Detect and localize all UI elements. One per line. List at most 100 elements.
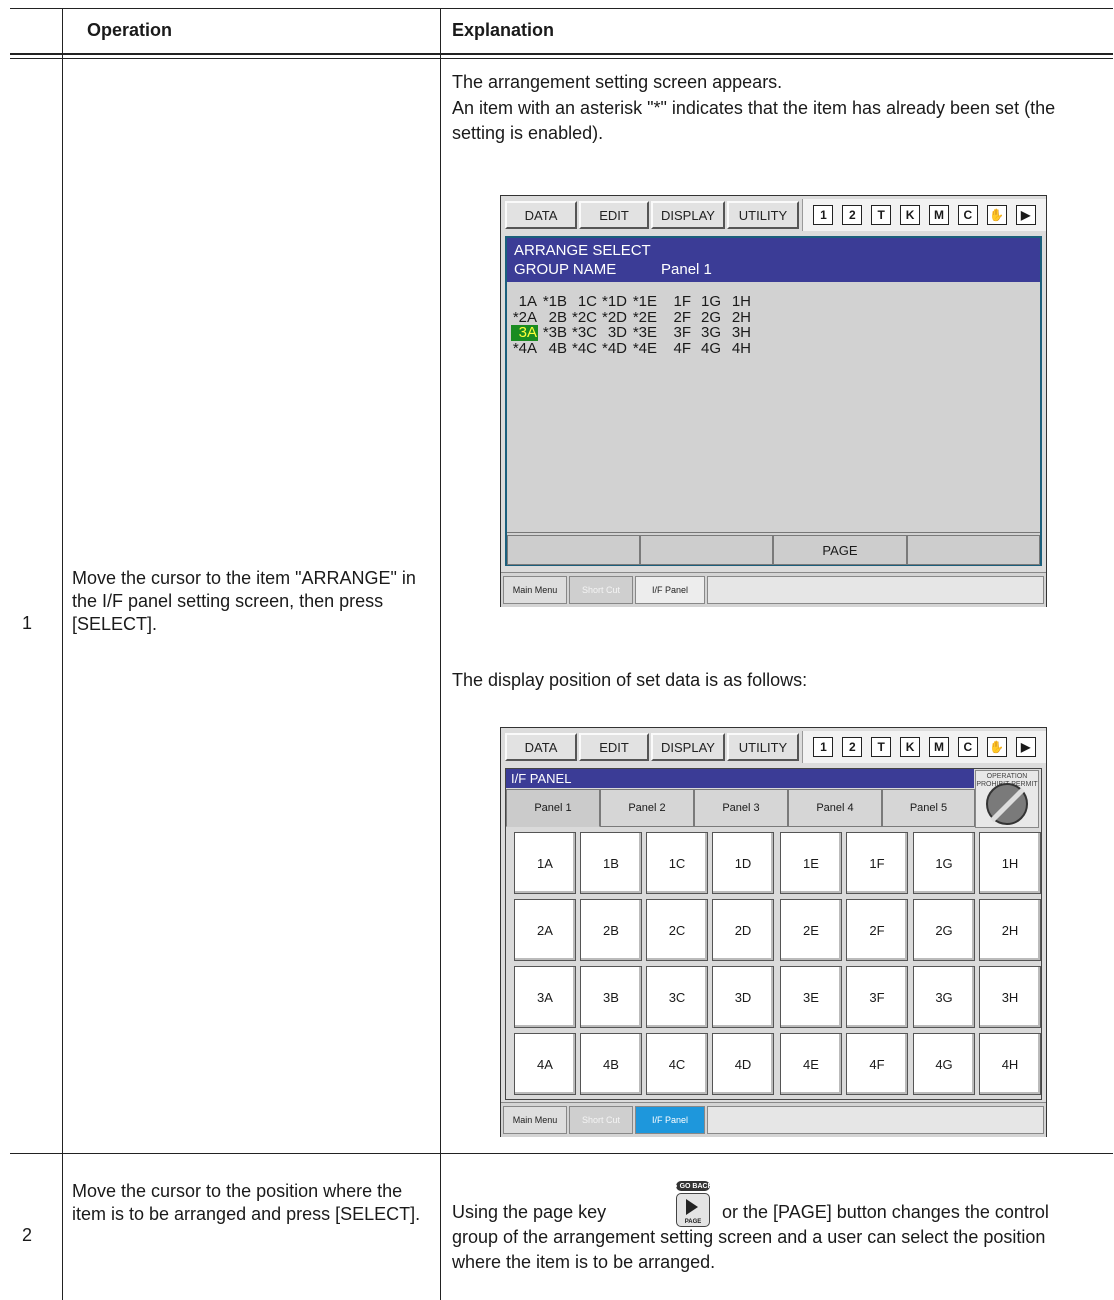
coordinate-icon: 1 — [813, 205, 834, 225]
if-panel-button-1H[interactable]: 1H — [979, 832, 1041, 894]
main-menu-button[interactable]: Main Menu — [503, 1106, 567, 1134]
function-key-2[interactable] — [640, 535, 773, 565]
function-key-bar: PAGE — [507, 532, 1040, 565]
menu-data-button[interactable]: DATA — [505, 733, 577, 761]
if-panel-button-2B[interactable]: 2B — [580, 899, 642, 961]
menu-display-button[interactable]: DISPLAY — [651, 201, 725, 229]
menu-utility-button[interactable]: UTILITY — [727, 733, 799, 761]
if-panel-button-2E[interactable]: 2E — [780, 899, 842, 961]
arrange-item-3H[interactable]: 3H — [725, 325, 751, 341]
if-panel-button-3C[interactable]: 3C — [646, 966, 708, 1028]
arrange-item-4C[interactable]: *4C — [571, 340, 597, 357]
tab-panel-3[interactable]: Panel 3 — [694, 789, 788, 827]
if-panel-button-2G[interactable]: 2G — [913, 899, 975, 961]
if-panel-button[interactable]: I/F Panel — [635, 576, 705, 604]
arrange-item-3A[interactable]: 3A — [511, 325, 538, 341]
function-key-4[interactable] — [907, 535, 1040, 565]
arrange-item-1D[interactable]: *1D — [601, 294, 627, 310]
tab-panel-2[interactable]: Panel 2 — [600, 789, 694, 827]
group-name-value: Panel 1 — [661, 261, 712, 278]
arrange-title: ARRANGE SELECT — [514, 242, 651, 259]
menu-edit-button[interactable]: EDIT — [579, 201, 649, 229]
arrange-item-2E[interactable]: *2E — [631, 309, 657, 326]
arrange-item-3B[interactable]: *3B — [541, 325, 567, 341]
arrange-item-1B[interactable]: *1B — [541, 294, 567, 310]
arrange-item-1H[interactable]: 1H — [725, 294, 751, 310]
step-operation: Move the cursor to the item "ARRANGE" in… — [72, 568, 416, 634]
main-menu-button[interactable]: Main Menu — [503, 576, 567, 604]
col-divider-left — [62, 8, 63, 1300]
if-panel-button-1G[interactable]: 1G — [913, 832, 975, 894]
if-panel-button-4G[interactable]: 4G — [913, 1033, 975, 1095]
if-panel-button-1A[interactable]: 1A — [514, 832, 576, 894]
arrange-item-4F[interactable]: 4F — [665, 340, 691, 357]
menu-data-button[interactable]: DATA — [505, 201, 577, 229]
step-explanation-line: The arrangement setting screen appears. — [452, 72, 783, 92]
if-panel-button-3E[interactable]: 3E — [780, 966, 842, 1028]
if-panel-button-4H[interactable]: 4H — [979, 1033, 1041, 1095]
if-panel-button-1E[interactable]: 1E — [780, 832, 842, 894]
arrange-item-4D[interactable]: *4D — [601, 340, 627, 357]
arrange-item-3D[interactable]: 3D — [601, 325, 627, 341]
arrange-item-2G[interactable]: 2G — [695, 309, 721, 326]
if-panel-button-2F[interactable]: 2F — [846, 899, 908, 961]
arrange-item-3G[interactable]: 3G — [695, 325, 721, 341]
short-cut-button[interactable]: Short Cut — [569, 1106, 633, 1134]
cycle-icon: C — [957, 205, 978, 225]
operation-permit-switch[interactable]: OPERATION PROHIBIT PERMIT — [975, 770, 1039, 828]
if-panel-button-4F[interactable]: 4F — [846, 1033, 908, 1095]
short-cut-button[interactable]: Short Cut — [569, 576, 633, 604]
if-panel-button-4D[interactable]: 4D — [712, 1033, 774, 1095]
arrange-item-1C[interactable]: 1C — [571, 294, 597, 310]
arrange-item-2D[interactable]: *2D — [601, 309, 627, 326]
if-panel-button-3H[interactable]: 3H — [979, 966, 1041, 1028]
arrange-item-4A[interactable]: *4A — [511, 340, 537, 357]
arrange-item-2A[interactable]: *2A — [511, 309, 537, 326]
if-panel-button-2C[interactable]: 2C — [646, 899, 708, 961]
if-panel-button-2D[interactable]: 2D — [712, 899, 774, 961]
row-divider — [10, 1153, 1113, 1154]
if-panel-button-3B[interactable]: 3B — [580, 966, 642, 1028]
if-panel-button-3A[interactable]: 3A — [514, 966, 576, 1028]
arrange-item-4G[interactable]: 4G — [695, 340, 721, 357]
arrange-item-4B[interactable]: 4B — [541, 340, 567, 357]
arrange-item-4H[interactable]: 4H — [725, 340, 751, 357]
if-panel-button-4C[interactable]: 4C — [646, 1033, 708, 1095]
if-panel-button-3D[interactable]: 3D — [712, 966, 774, 1028]
if-panel-button-2H[interactable]: 2H — [979, 899, 1041, 961]
arrange-item-1G[interactable]: 1G — [695, 294, 721, 310]
arrange-item-1E[interactable]: *1E — [631, 294, 657, 310]
if-panel-button-4B[interactable]: 4B — [580, 1033, 642, 1095]
tab-panel-1[interactable]: Panel 1 — [506, 789, 600, 827]
if-panel-button-1D[interactable]: 1D — [712, 832, 774, 894]
arrange-item-3F[interactable]: 3F — [665, 325, 691, 341]
arrange-item-2H[interactable]: 2H — [725, 309, 751, 326]
arrange-item-2C[interactable]: *2C — [571, 309, 597, 326]
tab-panel-5[interactable]: Panel 5 — [882, 789, 975, 827]
if-panel-button-3F[interactable]: 3F — [846, 966, 908, 1028]
if-panel-button-4A[interactable]: 4A — [514, 1033, 576, 1095]
if-panel-button-3G[interactable]: 3G — [913, 966, 975, 1028]
arrange-item-2F[interactable]: 2F — [665, 309, 691, 326]
arrange-item-4E[interactable]: *4E — [631, 340, 657, 357]
if-panel-button[interactable]: I/F Panel — [635, 1106, 705, 1134]
arrange-item-1A[interactable]: 1A — [511, 294, 537, 310]
key-switch-icon — [986, 783, 1028, 825]
arrange-item-3C[interactable]: *3C — [571, 325, 597, 341]
arrange-item-1F[interactable]: 1F — [665, 294, 691, 310]
if-panel-button-1B[interactable]: 1B — [580, 832, 642, 894]
function-key-1[interactable] — [507, 535, 640, 565]
menu-display-button[interactable]: DISPLAY — [651, 733, 725, 761]
menu-utility-button[interactable]: UTILITY — [727, 201, 799, 229]
if-panel-button-4E[interactable]: 4E — [780, 1033, 842, 1095]
go-back-label: ● GO BACK — [673, 1181, 713, 1191]
arrange-item-2B[interactable]: 2B — [541, 309, 567, 326]
page-button[interactable]: PAGE — [773, 535, 907, 565]
if-panel-button-2A[interactable]: 2A — [514, 899, 576, 961]
if-panel-button-1F[interactable]: 1F — [846, 832, 908, 894]
if-panel-button-1C[interactable]: 1C — [646, 832, 708, 894]
header-explanation: Explanation — [452, 20, 555, 40]
tab-panel-4[interactable]: Panel 4 — [788, 789, 882, 827]
arrange-item-3E[interactable]: *3E — [631, 325, 657, 341]
menu-edit-button[interactable]: EDIT — [579, 733, 649, 761]
